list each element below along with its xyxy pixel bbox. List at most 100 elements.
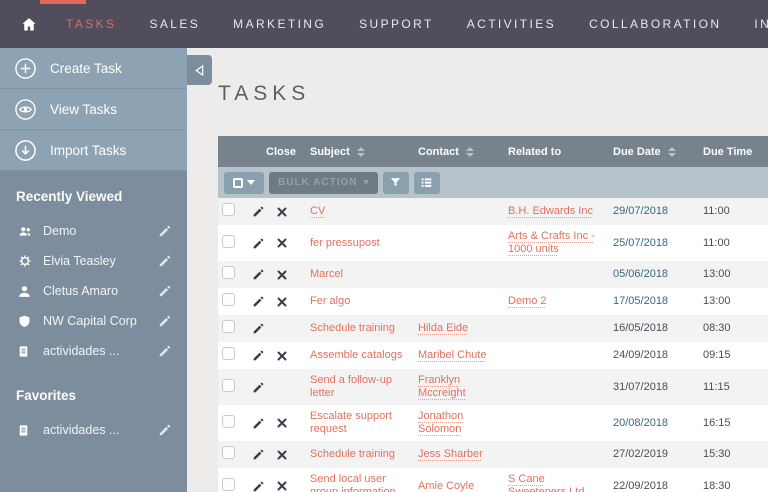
subject-link[interactable]: Escalate support request [310,410,392,435]
arrow-down-circle-icon [15,139,36,161]
recent-item-nw-capital-corp[interactable]: NW Capital Corp [0,306,187,336]
nav-item-tasks[interactable]: TASKS [40,0,117,48]
subject-link[interactable]: Send a follow-up letter [310,374,392,399]
row-edit-button[interactable] [252,417,266,430]
row-close-button[interactable] [276,449,300,461]
nav-item-collaboration[interactable]: COLLABORATION [589,0,721,48]
subject-link[interactable]: Marcel [310,268,343,280]
subject-link[interactable]: Fer algo [310,295,350,307]
subject-link[interactable]: Schedule training [310,322,395,334]
due-date-value: 31/07/2018 [613,380,669,393]
edit-item-button[interactable] [158,284,172,298]
contact-link[interactable]: Hilda Eide [418,322,468,334]
row-checkbox[interactable] [222,203,235,216]
row-close-button[interactable] [276,237,300,249]
row-checkbox[interactable] [222,414,235,428]
row-close-button[interactable] [276,480,300,492]
home-button[interactable] [20,16,38,33]
row-edit-button[interactable] [252,237,266,250]
subject-link[interactable]: fer pressupost [310,237,380,249]
row-close-button[interactable] [276,417,300,429]
sort-icon[interactable] [667,146,676,157]
list-toolbar: BULK ACTION [218,167,768,198]
favorites-heading: Favorites [16,388,77,403]
row-checkbox[interactable] [222,446,235,459]
row-edit-button[interactable] [252,295,266,308]
edit-item-button[interactable] [158,314,172,328]
column-chooser-button[interactable] [413,171,440,194]
contact-link[interactable]: Amie Coyle [418,480,474,492]
sidebar-collapse-button[interactable] [187,55,212,85]
subject-link[interactable]: Send local user group information [310,473,396,492]
row-edit-button[interactable] [252,480,266,492]
row-close-button[interactable] [276,296,300,308]
subject-link[interactable]: Schedule training [310,448,395,460]
row-close-button[interactable] [276,206,300,218]
close-x-icon [277,270,287,279]
sort-icon[interactable] [356,146,365,157]
document-icon [19,424,28,436]
subject-link[interactable]: CV [310,205,325,217]
recent-item-cletus-amaro[interactable]: Cletus Amaro [0,276,187,306]
contact-link[interactable]: Franklyn Mccreight [418,374,466,399]
row-edit-button[interactable] [252,349,266,362]
row-checkbox[interactable] [222,477,235,491]
gear-icon [19,255,31,267]
col-header-due-date[interactable]: Due Date [613,146,703,158]
edit-item-button[interactable] [158,344,172,358]
import-tasks-button[interactable]: Import Tasks [0,130,187,171]
row-edit-button[interactable] [252,322,266,335]
row-checkbox[interactable] [222,378,235,392]
due-date-value: 22/09/2018 [613,479,669,492]
collapse-left-icon [195,64,204,76]
edit-pencil-icon [159,285,171,297]
row-edit-button[interactable] [252,381,266,394]
col-header-contact[interactable]: Contact [418,146,508,158]
nav-item-label: SUPPORT [359,17,434,31]
view-tasks-button[interactable]: View Tasks [0,89,187,130]
filter-button[interactable] [382,171,409,194]
chevron-down-icon [247,180,255,185]
edit-item-button[interactable] [158,224,172,238]
nav-item-label: TASKS [66,17,117,31]
related-to-link[interactable]: Demo 2 [508,295,547,307]
recent-item-demo[interactable]: Demo [0,216,187,246]
recent-item-elvia-teasley[interactable]: Elvia Teasley [0,246,187,276]
favorite-item-actividades[interactable]: actividades ... [0,415,187,445]
row-checkbox[interactable] [222,266,235,279]
nav-item-informes[interactable]: INFORMES [754,0,768,48]
contact-link[interactable]: Jess Sharber [418,448,483,460]
edit-item-button[interactable] [158,423,172,437]
nav-item-activities[interactable]: ACTIVITIES [467,0,556,48]
related-to-link[interactable]: Arts & Crafts Inc - 1000 units [508,230,595,255]
row-edit-button[interactable] [252,205,266,218]
sidebar-lists: Recently Viewed Demo Elvia Teasley Cletu… [0,171,187,445]
row-edit-button[interactable] [252,268,266,281]
row-close-button[interactable] [276,269,300,281]
row-edit-button[interactable] [252,448,266,461]
row-checkbox[interactable] [222,293,235,306]
select-all-dropdown-button[interactable] [224,171,264,194]
col-header-due-time[interactable]: Due Time [703,146,768,158]
bulk-action-button[interactable]: BULK ACTION [269,171,378,194]
contact-link[interactable]: Maribel Chute [418,349,486,361]
row-checkbox[interactable] [222,234,235,248]
recent-item-actividades[interactable]: actividades ... [0,336,187,366]
due-time-value: 16:15 [703,416,731,429]
contact-link[interactable]: Jonathon Solomon [418,410,463,435]
sort-icon[interactable] [465,146,474,157]
nav-item-marketing[interactable]: MARKETING [233,0,326,48]
row-close-button[interactable] [276,350,300,362]
row-checkbox[interactable] [222,347,235,360]
subject-link[interactable]: Assemble catalogs [310,349,402,361]
col-header-related-to[interactable]: Related to [508,146,613,158]
row-checkbox[interactable] [222,320,235,333]
edit-item-button[interactable] [158,254,172,268]
create-task-button[interactable]: Create Task [0,48,187,89]
col-header-subject[interactable]: Subject [310,146,418,158]
related-to-link[interactable]: B.H. Edwards Inc [508,205,593,217]
related-to-link[interactable]: S Cane Sweeteners Ltd [508,473,584,492]
table-row: Schedule training Jess Sharber 27/02/201… [218,441,768,468]
nav-item-support[interactable]: SUPPORT [359,0,434,48]
nav-item-sales[interactable]: SALES [149,0,200,48]
